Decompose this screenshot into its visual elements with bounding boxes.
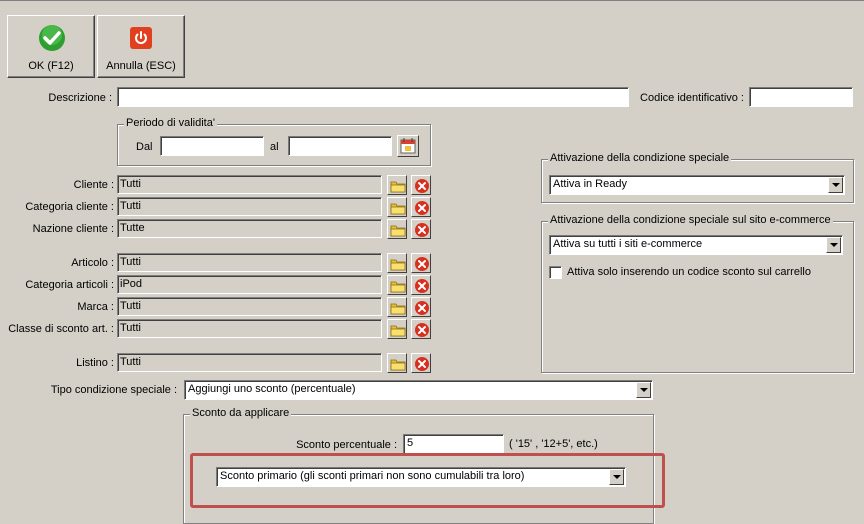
nazione-cliente-select-button[interactable] bbox=[387, 219, 407, 239]
sconto-type-value: Sconto primario (gli sconti primari non … bbox=[220, 470, 525, 482]
al-input[interactable] bbox=[288, 136, 392, 156]
clear-x-icon bbox=[415, 301, 429, 315]
tipo-select[interactable]: Aggiungi uno sconto (percentuale) bbox=[184, 380, 653, 400]
cliente-label: Cliente : bbox=[73, 179, 114, 191]
categoria-cliente-clear-button[interactable] bbox=[411, 197, 431, 217]
chevron-down-icon[interactable] bbox=[826, 237, 841, 253]
categoria-cliente-select-button[interactable] bbox=[387, 197, 407, 217]
classe-sconto-field: Tutti bbox=[117, 319, 382, 338]
marca-label: Marca : bbox=[77, 301, 114, 313]
nazione-cliente-field: Tutte bbox=[117, 219, 382, 238]
chevron-down-icon[interactable] bbox=[828, 177, 843, 193]
descrizione-label: Descrizione : bbox=[48, 92, 112, 104]
categoria-cliente-label: Categoria cliente : bbox=[25, 201, 114, 213]
calendar-icon bbox=[400, 138, 416, 154]
articolo-clear-button[interactable] bbox=[411, 253, 431, 273]
tipo-label: Tipo condizione speciale : bbox=[50, 384, 177, 396]
attivazione-title: Attivazione della condizione speciale bbox=[548, 152, 732, 165]
sconto-hint: ( '15' , '12+5', etc.) bbox=[509, 438, 598, 450]
categoria-articoli-label: Categoria articoli : bbox=[25, 279, 114, 291]
calendar-button[interactable] bbox=[397, 135, 419, 157]
folder-icon bbox=[390, 203, 406, 215]
attivazione-value: Attiva in Ready bbox=[553, 178, 627, 190]
clear-x-icon bbox=[415, 179, 429, 193]
listino-label: Listino : bbox=[76, 357, 114, 369]
clear-x-icon bbox=[415, 323, 429, 337]
listino-field: Tutti bbox=[117, 353, 382, 372]
cliente-field: Tutti bbox=[117, 175, 382, 194]
codice-label: Codice identificativo : bbox=[640, 92, 744, 104]
cliente-select-button[interactable] bbox=[387, 175, 407, 195]
clear-x-icon bbox=[415, 223, 429, 237]
folder-icon bbox=[390, 359, 406, 371]
dal-label: Dal bbox=[136, 141, 153, 153]
periodo-title: Periodo di validita' bbox=[124, 117, 217, 130]
codice-sconto-checkbox[interactable] bbox=[549, 266, 562, 279]
listino-select-button[interactable] bbox=[387, 353, 407, 373]
classe-sconto-clear-button[interactable] bbox=[411, 319, 431, 339]
classe-sconto-select-button[interactable] bbox=[387, 319, 407, 339]
chevron-down-icon[interactable] bbox=[609, 469, 624, 485]
cancel-button-label: Annulla (ESC) bbox=[106, 60, 176, 72]
al-label: al bbox=[270, 141, 279, 153]
attivazione-sito-select[interactable]: Attiva su tutti i siti e-commerce bbox=[549, 235, 843, 255]
clear-x-icon bbox=[415, 257, 429, 271]
cancel-button[interactable]: Annulla (ESC) bbox=[97, 15, 185, 78]
folder-icon bbox=[390, 259, 406, 271]
nazione-cliente-clear-button[interactable] bbox=[411, 219, 431, 239]
check-circle-icon bbox=[39, 25, 65, 51]
categoria-cliente-field: Tutti bbox=[117, 197, 382, 216]
folder-icon bbox=[390, 325, 406, 337]
clear-x-icon bbox=[415, 357, 429, 371]
clear-x-icon bbox=[415, 279, 429, 293]
power-icon bbox=[130, 27, 152, 49]
sconto-type-select[interactable]: Sconto primario (gli sconti primari non … bbox=[216, 467, 626, 487]
ok-button-label: OK (F12) bbox=[28, 60, 74, 72]
articolo-label: Articolo : bbox=[71, 257, 114, 269]
clear-x-icon bbox=[415, 201, 429, 215]
sconto-percent-label: Sconto percentuale : bbox=[296, 439, 397, 451]
attivazione-sito-title: Attivazione della condizione speciale su… bbox=[548, 214, 833, 227]
attivazione-sito-value: Attiva su tutti i siti e-commerce bbox=[553, 238, 703, 250]
marca-clear-button[interactable] bbox=[411, 297, 431, 317]
categoria-articoli-clear-button[interactable] bbox=[411, 275, 431, 295]
descrizione-input[interactable] bbox=[117, 87, 629, 107]
window-top-edge bbox=[0, 0, 864, 1]
classe-sconto-label: Classe di sconto art. : bbox=[8, 323, 114, 335]
listino-clear-button[interactable] bbox=[411, 353, 431, 373]
articolo-field: Tutti bbox=[117, 253, 382, 272]
folder-icon bbox=[390, 303, 406, 315]
tipo-value: Aggiungi uno sconto (percentuale) bbox=[188, 383, 356, 395]
marca-select-button[interactable] bbox=[387, 297, 407, 317]
folder-icon bbox=[390, 225, 406, 237]
cliente-clear-button[interactable] bbox=[411, 175, 431, 195]
folder-icon bbox=[390, 281, 406, 293]
codice-input[interactable] bbox=[749, 87, 853, 107]
marca-field: Tutti bbox=[117, 297, 382, 316]
attivazione-select[interactable]: Attiva in Ready bbox=[549, 175, 845, 195]
categoria-articoli-select-button[interactable] bbox=[387, 275, 407, 295]
sconto-percent-input[interactable]: 5 bbox=[403, 434, 504, 454]
articolo-select-button[interactable] bbox=[387, 253, 407, 273]
ok-button[interactable]: OK (F12) bbox=[7, 15, 95, 78]
codice-sconto-checkbox-label[interactable]: Attiva solo inserendo un codice sconto s… bbox=[567, 265, 811, 279]
categoria-articoli-field: iPod bbox=[117, 275, 382, 294]
chevron-down-icon[interactable] bbox=[636, 382, 651, 398]
nazione-cliente-label: Nazione cliente : bbox=[32, 223, 114, 235]
dal-input[interactable] bbox=[160, 136, 264, 156]
folder-icon bbox=[390, 181, 406, 193]
sconto-title: Sconto da applicare bbox=[190, 407, 292, 420]
